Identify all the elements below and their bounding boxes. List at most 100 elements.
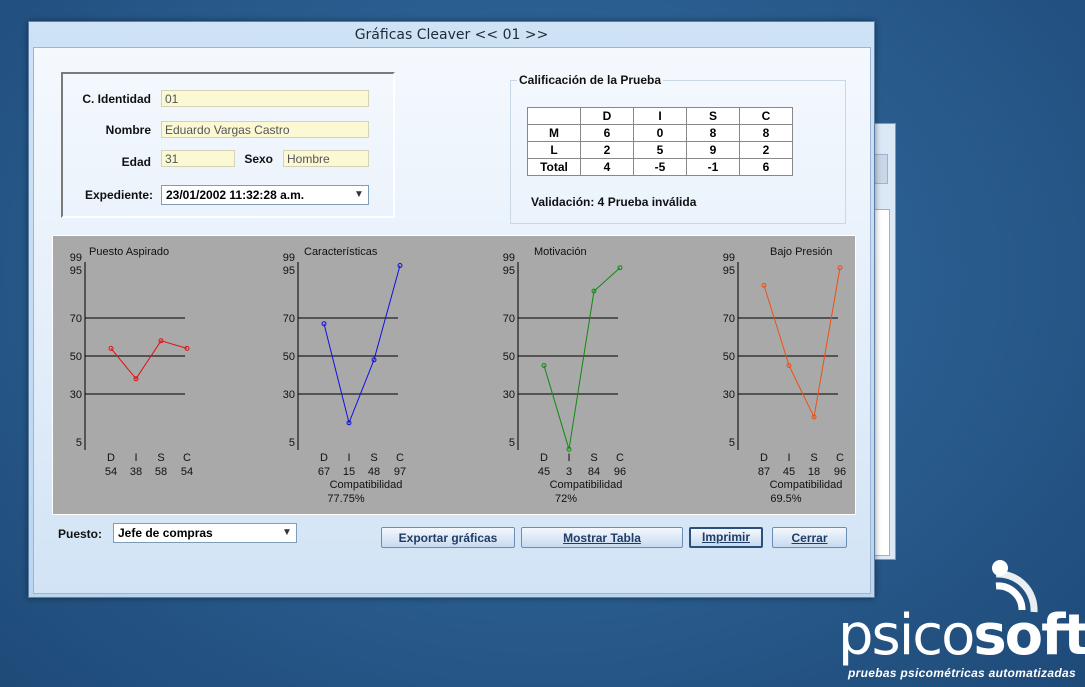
y-tick-label: 5	[289, 437, 295, 449]
compatibility-value: 77.75%	[327, 493, 365, 505]
data-label: 58	[155, 466, 167, 478]
data-point	[108, 345, 114, 351]
score-cell: 6	[580, 124, 634, 142]
window-title: Gráficas Cleaver << 01 >>	[354, 27, 549, 43]
record-label: Expediente:	[84, 188, 153, 202]
data-label: 96	[614, 466, 626, 478]
y-tick-label: 50	[70, 351, 82, 363]
compatibility-label: Compatibilidad	[770, 479, 843, 491]
data-label: 48	[368, 466, 380, 478]
x-tick-label: C	[616, 452, 624, 464]
x-tick-label: I	[347, 452, 350, 464]
identity-panel: C. Identidad 01 Nombre Eduardo Vargas Ca…	[61, 72, 395, 218]
data-label: 54	[105, 466, 117, 478]
record-select[interactable]: 23/01/2002 11:32:28 a.m. ▼	[161, 185, 369, 205]
show-table-button[interactable]: Mostrar Tabla	[521, 527, 683, 548]
y-tick-label: 95	[283, 265, 295, 277]
name-field[interactable]: Eduardo Vargas Castro	[161, 121, 369, 138]
ci-field[interactable]: 01	[161, 90, 369, 107]
score-col-header: D	[580, 107, 634, 125]
compatibility-value: 69.5%	[770, 493, 801, 505]
y-tick-label: 99	[70, 252, 82, 264]
data-label: 54	[181, 466, 193, 478]
x-tick-label: S	[370, 452, 377, 464]
y-tick-label: 30	[503, 389, 515, 401]
chart-title: Puesto Aspirado	[89, 246, 169, 258]
data-label: 97	[394, 466, 406, 478]
score-col-header: S	[686, 107, 740, 125]
y-tick-label: 50	[283, 351, 295, 363]
data-label: 96	[834, 466, 846, 478]
cleaver-window: Gráficas Cleaver << 01 >> C. Identidad 0…	[28, 21, 875, 598]
charts-svg: Puesto Aspirado99957050305D54I38S58C54Ca…	[70, 246, 846, 505]
chart-title: Características	[304, 246, 378, 258]
name-label: Nombre	[105, 123, 151, 137]
y-tick-label: 70	[503, 313, 515, 325]
series-line	[323, 265, 401, 425]
close-button[interactable]: Cerrar	[772, 527, 847, 548]
sex-field[interactable]: Hombre	[283, 150, 369, 167]
charts-panel: Puesto Aspirado 99 95 70 50 30 5 D 54 I 38 S 58 C 54 Ca…	[52, 235, 856, 515]
compatibility-label: Compatibilidad	[550, 479, 623, 491]
puesto-label: Puesto:	[58, 527, 103, 541]
score-cell: -5	[633, 158, 687, 176]
show-table-label: Mostrar Tabla	[563, 531, 641, 545]
score-title: Calificación de la Prueba	[517, 73, 664, 87]
record-select-value: 23/01/2002 11:32:28 a.m.	[166, 188, 305, 202]
age-label: Edad	[121, 155, 151, 169]
chart-title: Bajo Presión	[770, 246, 832, 258]
x-tick-label: D	[107, 452, 115, 464]
y-tick-label: 99	[723, 252, 735, 264]
y-tick-label: 30	[283, 389, 295, 401]
y-tick-label: 95	[70, 265, 82, 277]
y-tick-label: 30	[70, 389, 82, 401]
data-label: 3	[566, 466, 572, 478]
score-col-header: I	[633, 107, 687, 125]
y-tick-label: 70	[723, 313, 735, 325]
logo-word-b: soft	[973, 603, 1085, 668]
score-cell: 8	[686, 124, 740, 142]
data-label: 45	[783, 466, 795, 478]
compatibility-value: 72%	[555, 493, 577, 505]
score-cell: 8	[739, 124, 793, 142]
score-row-label: M	[527, 124, 581, 142]
y-tick-label: 5	[729, 437, 735, 449]
logo-word-a: psico	[838, 603, 975, 668]
score-cell: 2	[739, 141, 793, 159]
score-cell: 5	[633, 141, 687, 159]
puesto-select-value: Jefe de compras	[118, 526, 213, 540]
puesto-select[interactable]: Jefe de compras ▼	[113, 523, 297, 543]
x-tick-label: S	[157, 452, 164, 464]
logo-word: psicosoft	[838, 606, 1085, 666]
score-corner	[527, 107, 581, 125]
score-cell: 2	[580, 141, 634, 159]
y-tick-label: 99	[503, 252, 515, 264]
data-label: 67	[318, 466, 330, 478]
y-tick-label: 95	[723, 265, 735, 277]
score-cell: -1	[686, 158, 740, 176]
score-col-header: C	[739, 107, 793, 125]
y-tick-label: 99	[283, 252, 295, 264]
score-header-row: D I S C	[527, 107, 793, 125]
data-label: 15	[343, 466, 355, 478]
y-tick-label: 30	[723, 389, 735, 401]
x-tick-label: I	[567, 452, 570, 464]
chevron-down-icon[interactable]: ▼	[352, 187, 366, 203]
chevron-down-icon[interactable]: ▼	[280, 525, 294, 541]
logo-tagline: pruebas psicométricas automatizadas	[848, 666, 1076, 680]
data-label: 87	[758, 466, 770, 478]
print-button[interactable]: Imprimir	[689, 527, 763, 548]
export-charts-button[interactable]: Exportar gráficas	[381, 527, 515, 548]
score-row: L 2 5 9 2	[527, 141, 793, 159]
close-label: Cerrar	[791, 531, 828, 545]
y-tick-label: 70	[283, 313, 295, 325]
score-row-label: L	[527, 141, 581, 159]
x-tick-label: D	[760, 452, 768, 464]
x-tick-label: I	[134, 452, 137, 464]
chart-title: Motivación	[534, 246, 587, 258]
validation-text: Validación: 4 Prueba inválida	[531, 195, 697, 209]
y-tick-label: 5	[76, 437, 82, 449]
age-field[interactable]: 31	[161, 150, 235, 167]
series-line	[763, 267, 841, 419]
y-tick-label: 5	[509, 437, 515, 449]
